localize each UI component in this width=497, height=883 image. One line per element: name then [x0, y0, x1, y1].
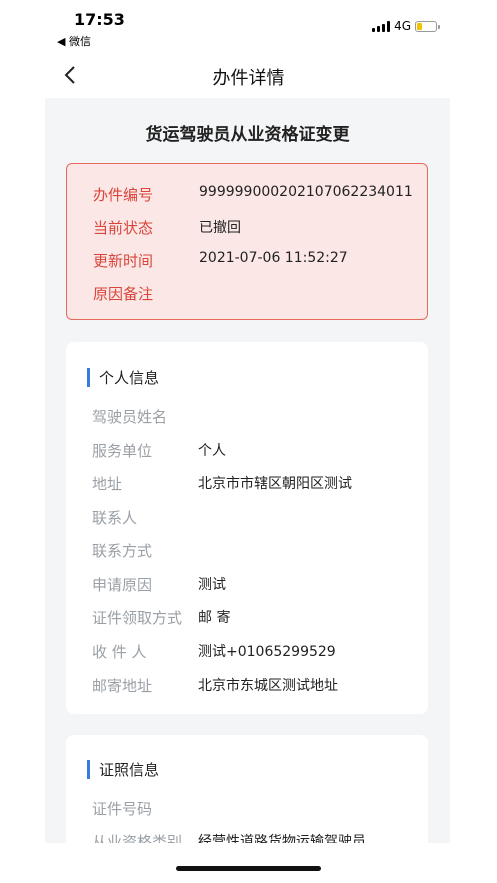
form-title: 货运驾驶员从业资格证变更 — [145, 125, 350, 145]
field-value: 测试+01065299529 — [198, 644, 336, 660]
status-value: 9999990002021070622340​11 — [199, 184, 413, 200]
field-label: 联系方式 — [92, 542, 153, 560]
license-info-card: 证照信息 证件号码 从业资格类别 经营性道路货物运输驾驶员 — [66, 735, 428, 843]
detail-content[interactable]: 货运驾驶员从业资格证变更 办件编号 9999990002021070622340… — [45, 98, 450, 843]
field-label: 申请原因 — [92, 576, 153, 594]
field-value: 北京市市辖区朝阳区测试 — [198, 476, 352, 492]
nav-bar: 办件详情 — [0, 52, 497, 98]
status-label: 当前状态 — [93, 219, 154, 237]
status-label: 更新时间 — [93, 252, 154, 270]
status-card: 办件编号 9999990002021070622340​11 当前状态 已撤回 … — [66, 163, 428, 320]
page-title: 办件详情 — [212, 68, 285, 89]
status-bar: 17:53 ◀ 微信 4G — [0, 0, 497, 52]
battery-icon — [415, 20, 440, 32]
section-accent-bar — [87, 368, 90, 387]
home-indicator[interactable] — [176, 866, 321, 871]
status-value: 2021-07-06 11:52:27 — [199, 250, 348, 266]
field-label: 邮寄地址 — [92, 677, 153, 695]
status-label: 原因备注 — [93, 285, 154, 303]
section-title-text: 个人信息 — [99, 369, 160, 387]
section-accent-bar — [87, 760, 90, 779]
field-value: 北京市东城区测试地址 — [198, 678, 338, 694]
personal-info-card: 个人信息 驾驶员姓名 服务单位 个人 地址 北京市市辖区朝阳区测试 联系人 联系… — [66, 342, 428, 714]
section-title-text: 证照信息 — [99, 761, 160, 779]
field-label: 地址 — [92, 475, 123, 493]
field-label: 证件领取方式 — [92, 609, 183, 627]
network-type: 4G — [394, 19, 411, 33]
field-label: 驾驶员姓名 — [92, 408, 168, 426]
field-label: 证件号码 — [92, 800, 153, 818]
field-value: 个人 — [198, 443, 226, 459]
status-label: 办件编号 — [93, 186, 154, 204]
field-label: 从业资格类别 — [92, 833, 183, 843]
field-value: 邮 寄 — [198, 610, 231, 626]
back-to-wechat-link[interactable]: ◀ 微信 — [57, 33, 91, 49]
field-label: 收 件 人 — [92, 643, 147, 661]
status-value: 已撤回 — [199, 220, 241, 236]
field-value: 经营性道路货物运输驾驶员 — [198, 834, 366, 843]
field-label: 服务单位 — [92, 442, 153, 460]
field-value: 测试 — [198, 577, 226, 593]
status-indicators: 4G — [372, 19, 440, 33]
signal-icon — [372, 20, 391, 32]
field-label: 联系人 — [92, 509, 138, 527]
clock: 17:53 — [74, 10, 125, 29]
